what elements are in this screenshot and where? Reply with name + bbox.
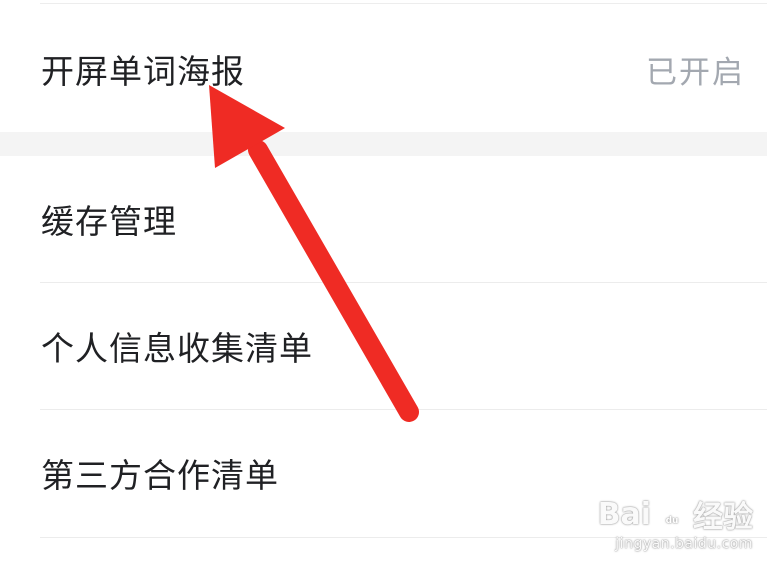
row-divider bbox=[40, 282, 767, 283]
row-label-personal-info-list: 个人信息收集清单 bbox=[41, 329, 313, 368]
row-divider bbox=[40, 409, 767, 410]
section-separator bbox=[0, 132, 767, 156]
watermark-brand-suffix: 经验 bbox=[693, 500, 753, 535]
row-splash-word-poster[interactable]: 开屏单词海报 已开启 bbox=[0, 10, 767, 128]
baidu-jingyan-watermark: Bai du 经验 jingyan.baidu.com bbox=[597, 492, 753, 553]
watermark-url: jingyan.baidu.com bbox=[615, 536, 753, 552]
row-label-cache-management: 缓存管理 bbox=[41, 202, 177, 241]
svg-text:du: du bbox=[666, 516, 679, 526]
row-cache-management[interactable]: 缓存管理 bbox=[0, 158, 767, 280]
row-label-third-party-list: 第三方合作清单 bbox=[41, 456, 279, 495]
paw-icon: du bbox=[657, 498, 687, 528]
row-value-enabled-status: 已开启 bbox=[646, 54, 745, 91]
row-personal-info-list[interactable]: 个人信息收集清单 bbox=[0, 284, 767, 408]
top-divider bbox=[40, 3, 767, 4]
row-label-splash-word-poster: 开屏单词海报 bbox=[41, 52, 245, 91]
watermark-brand-prefix: Bai bbox=[597, 496, 651, 532]
settings-screen: 开屏单词海报 已开启 缓存管理 个人信息收集清单 第三方合作清单 Bai du bbox=[0, 0, 767, 562]
